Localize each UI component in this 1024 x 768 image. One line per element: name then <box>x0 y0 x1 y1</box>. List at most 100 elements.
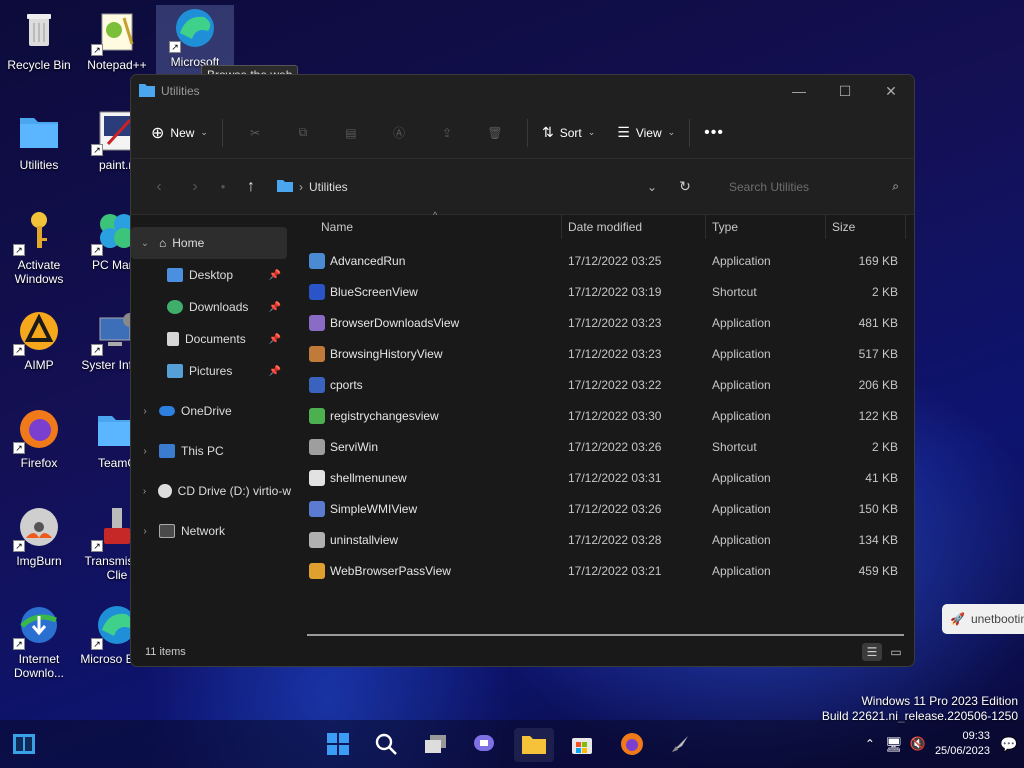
firefox-icon: ↗ <box>13 406 62 454</box>
search-input[interactable]: Search Utilities <box>729 180 809 194</box>
file-name: BrowsingHistoryView <box>330 346 443 361</box>
sort-button[interactable]: ⇅ Sort ⌄ <box>536 117 601 149</box>
tiles-view-button[interactable]: ▭ <box>886 643 906 661</box>
file-name: BrowserDownloadsView <box>330 315 460 330</box>
nav-item-downloads[interactable]: Downloads 📌 <box>131 291 291 323</box>
details-view-button[interactable]: ☰ <box>862 643 882 661</box>
download-icon <box>167 300 183 314</box>
firefox-taskbar-button[interactable] <box>612 728 652 762</box>
store-button[interactable] <box>562 728 602 762</box>
nav-item-this-pc[interactable]: › This PC <box>131 435 291 467</box>
breadcrumb-utilities[interactable]: Utilities <box>309 180 348 194</box>
nav-item-network[interactable]: › Network <box>131 515 291 547</box>
recent-locations-button[interactable]: ● <box>213 182 233 191</box>
file-row[interactable]: AdvancedRun 17/12/2022 03:25 Application 16… <box>307 245 914 276</box>
chat-button[interactable] <box>464 728 504 762</box>
file-date: 17/12/2022 03:23 <box>568 315 662 330</box>
up-arrow-icon: ↑ <box>247 177 255 195</box>
rename-icon: Ⓐ <box>392 126 405 140</box>
search-box[interactable]: Search Utilities ⌕ <box>717 170 911 203</box>
refresh-button[interactable]: ↻ <box>665 178 705 195</box>
desktop-icon-activate-windows[interactable]: ↗ Activate Windows <box>0 208 78 286</box>
file-row[interactable]: registrychangesview 17/12/2022 03:30 Appli… <box>307 400 914 431</box>
desktop-icon-utilities[interactable]: Utilities <box>0 108 78 172</box>
chevron-right-icon[interactable]: › <box>131 446 159 457</box>
sort-icon: ⇅ <box>541 124 554 140</box>
file-explorer-taskbar-button[interactable] <box>514 728 554 762</box>
unetbootin-taskbar-button[interactable] <box>660 728 700 762</box>
file-size: 517 KB <box>858 346 898 361</box>
desktop-icon-imgburn[interactable]: ↗ ImgBurn <box>0 504 78 568</box>
start-button[interactable] <box>318 728 358 762</box>
view-button[interactable]: ☰ View ⌄ <box>611 117 681 149</box>
task-view-icon <box>424 733 448 758</box>
file-type: Application <box>712 346 771 361</box>
copy-button[interactable]: ⧉ <box>279 117 327 149</box>
unetbootin-taskbar-preview[interactable]: 🚀 unetbootin <box>942 604 1024 634</box>
view-icon: ☰ <box>617 124 630 140</box>
file-row[interactable]: ServiWin 17/12/2022 03:26 Shortcut 2 KB <box>307 431 914 462</box>
search-button[interactable] <box>366 728 406 762</box>
nav-item-desktop[interactable]: Desktop 📌 <box>131 259 291 291</box>
volume-muted-icon[interactable]: 🔇 <box>907 736 929 752</box>
nav-item-pictures[interactable]: Pictures 📌 <box>131 355 291 387</box>
maximize-button[interactable]: ☐ <box>822 75 868 107</box>
task-view-button[interactable] <box>416 728 456 762</box>
new-button[interactable]: ⊕ New ⌄ <box>145 117 214 149</box>
file-row[interactable]: SimpleWMIView 17/12/2022 03:26 Application… <box>307 493 914 524</box>
chevron-right-icon[interactable]: › <box>131 486 158 497</box>
nav-item-documents[interactable]: Documents 📌 <box>131 323 291 355</box>
address-bar[interactable]: › Utilities ⌄ <box>277 179 657 195</box>
delete-button[interactable]: 🗑 <box>471 117 519 149</box>
file-type: Application <box>712 377 771 392</box>
column-header-date-modified[interactable]: Date modified <box>562 215 706 239</box>
application-icon <box>309 252 325 269</box>
column-header-size[interactable]: Size <box>826 215 906 239</box>
up-button[interactable]: ↑ <box>233 178 269 196</box>
desktop-icon-firefox[interactable]: ↗ Firefox <box>0 406 78 470</box>
file-size: 169 KB <box>858 253 898 268</box>
show-hidden-icons-button[interactable]: ⌃ <box>859 737 881 751</box>
forward-button[interactable]: › <box>177 178 213 196</box>
chat-icon <box>472 733 496 758</box>
chevron-down-icon[interactable]: ⌄ <box>647 180 657 194</box>
minimize-button[interactable]: — <box>776 75 822 107</box>
nav-item-cd-drive[interactable]: › CD Drive (D:) virtio-w <box>131 475 291 507</box>
paste-button[interactable]: ▤ <box>327 117 375 149</box>
cut-button[interactable]: ✂ <box>231 117 279 149</box>
desktop-icon-aimp[interactable]: ↗ AIMP <box>0 308 78 372</box>
desktop-icon-notepad-plus-plus[interactable]: ↗ Notepad++ <box>78 8 156 72</box>
chevron-down-icon[interactable]: ⌄ <box>131 238 159 249</box>
nav-item-onedrive[interactable]: › OneDrive <box>131 395 291 427</box>
file-row[interactable]: BrowserDownloadsView 17/12/2022 03:23 Appl… <box>307 307 914 338</box>
details-view-icon: ☰ <box>866 645 878 659</box>
desktop-icon-internet-download-manager[interactable]: ↗ Internet Downlo... <box>0 602 78 680</box>
column-header-type[interactable]: Type <box>706 215 826 239</box>
share-button[interactable]: ⇪ <box>423 117 471 149</box>
network-status-icon[interactable]: 🖥 <box>881 736 907 753</box>
chevron-right-icon[interactable]: › <box>131 526 159 537</box>
nav-item-home[interactable]: ⌄ ⌂ Home <box>131 227 287 259</box>
widgets-button[interactable] <box>4 728 44 762</box>
file-row[interactable]: BlueScreenView 17/12/2022 03:19 Shortcut 2 … <box>307 276 914 307</box>
file-row[interactable]: WebBrowserPassView 17/12/2022 03:21 Applic… <box>307 555 914 586</box>
window-title: Utilities <box>161 84 200 98</box>
file-row[interactable]: cports 17/12/2022 03:22 Application 206 KB <box>307 369 914 400</box>
desktop-icon-recycle-bin[interactable]: Recycle Bin <box>0 8 78 72</box>
notification-icon[interactable]: 💬 <box>994 736 1024 753</box>
close-button[interactable]: ✕ <box>868 75 914 107</box>
rename-button[interactable]: Ⓐ <box>375 117 423 149</box>
chevron-right-icon[interactable]: › <box>131 406 159 417</box>
aimp-icon: ↗ <box>13 308 62 356</box>
file-name: AdvancedRun <box>330 253 406 268</box>
clock[interactable]: 09:33 25/06/2023 <box>935 729 990 759</box>
file-row[interactable]: uninstallview 17/12/2022 03:28 Application… <box>307 524 914 555</box>
horizontal-scrollbar[interactable] <box>307 634 904 636</box>
folder-icon <box>277 179 293 195</box>
title-bar[interactable]: Utilities — ☐ ✕ <box>131 75 914 107</box>
back-button[interactable]: ‹ <box>141 178 177 196</box>
file-row[interactable]: BrowsingHistoryView 17/12/2022 03:23 Appli… <box>307 338 914 369</box>
more-options-button[interactable]: ••• <box>698 117 730 149</box>
file-row[interactable]: shellmenunew 17/12/2022 03:31 Application 4… <box>307 462 914 493</box>
folder-icon <box>16 108 62 154</box>
